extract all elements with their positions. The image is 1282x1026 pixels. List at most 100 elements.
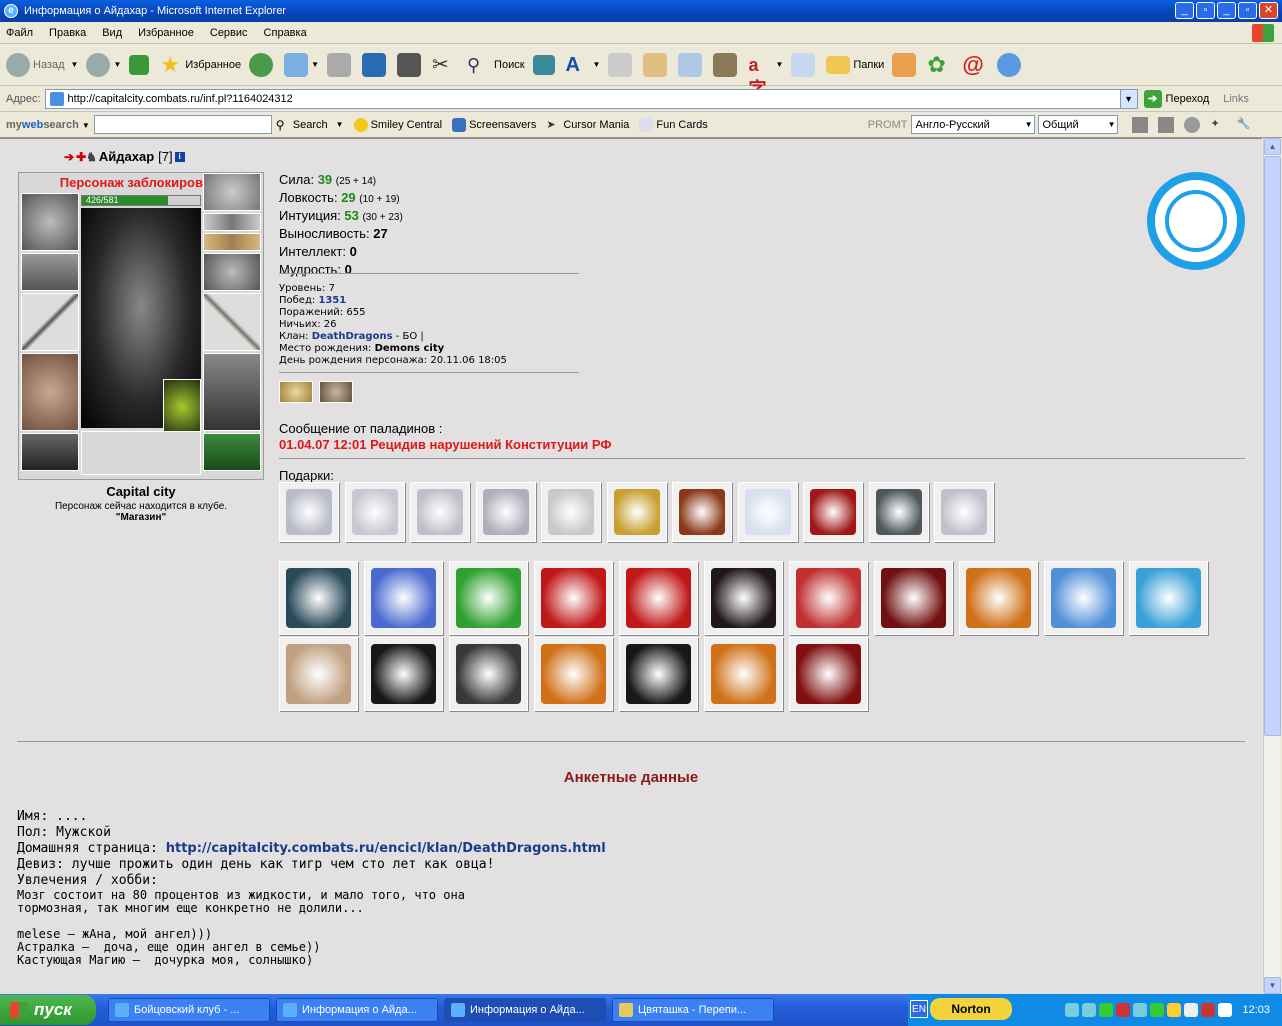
gift-item-1-3[interactable] bbox=[475, 482, 536, 542]
gift-item-1-4[interactable] bbox=[541, 482, 601, 542]
icq-button[interactable]: ✿ bbox=[927, 52, 954, 77]
tray-icon-4[interactable] bbox=[1116, 1003, 1131, 1017]
rings-slot[interactable] bbox=[203, 233, 261, 251]
contacts-button[interactable] bbox=[997, 52, 1024, 77]
gift-item-2-0[interactable] bbox=[279, 561, 358, 635]
taskbar-item-3[interactable]: Информация о Айда... bbox=[444, 998, 606, 1022]
gift-item-3-3[interactable] bbox=[534, 637, 613, 711]
clan-link[interactable]: DeathDragons bbox=[312, 331, 393, 342]
restore-button[interactable]: ▫ bbox=[1238, 2, 1257, 19]
edit-button[interactable] bbox=[397, 52, 424, 77]
translation-direction-select[interactable]: Англо-Русский ▼ bbox=[911, 115, 1036, 134]
screensavers-link[interactable]: Screensavers bbox=[452, 117, 536, 132]
gift-item-2-2[interactable] bbox=[449, 561, 528, 635]
armor-slot[interactable] bbox=[21, 353, 79, 431]
gift-item-3-6[interactable] bbox=[789, 637, 868, 711]
boots-slot[interactable] bbox=[203, 433, 261, 471]
cursor-mania-link[interactable]: ➤ Cursor Mania bbox=[546, 118, 629, 132]
minimize-button-2[interactable]: _ bbox=[1217, 2, 1236, 19]
scroll-down-button[interactable]: ▼ bbox=[1264, 977, 1281, 994]
minimize-button[interactable]: _ bbox=[1175, 2, 1194, 19]
gift-item-3-4[interactable] bbox=[619, 637, 698, 711]
menu-file[interactable]: Файл bbox=[6, 27, 33, 39]
tray-icon-7[interactable] bbox=[1167, 1003, 1182, 1017]
history-button[interactable] bbox=[249, 52, 276, 77]
info-icon[interactable]: i bbox=[174, 151, 185, 162]
gloves-slot[interactable] bbox=[203, 253, 261, 291]
gift-item-1-5[interactable] bbox=[606, 482, 667, 542]
tray-icon-3[interactable] bbox=[1099, 1003, 1114, 1017]
helmet-slot[interactable] bbox=[21, 193, 79, 251]
amulet-slot[interactable] bbox=[203, 213, 261, 231]
refresh-button[interactable] bbox=[129, 54, 152, 75]
gift-item-1-7[interactable] bbox=[737, 482, 798, 542]
gift-item-1-1[interactable] bbox=[344, 482, 405, 542]
menu-favorites[interactable]: Избранное bbox=[138, 27, 194, 39]
font-button[interactable]: A ▼ bbox=[566, 53, 601, 77]
legs-slot[interactable] bbox=[203, 353, 261, 431]
dictionary-select[interactable]: Общий ▼ bbox=[1038, 115, 1119, 134]
gift-item-1-8[interactable] bbox=[803, 482, 863, 542]
gift-item-2-4[interactable] bbox=[619, 561, 698, 635]
forward-button[interactable]: ▼ bbox=[86, 52, 121, 77]
language-indicator[interactable]: EN bbox=[910, 1000, 928, 1018]
tray-icon-9[interactable] bbox=[1201, 1003, 1216, 1017]
scroll-thumb[interactable] bbox=[1264, 156, 1281, 736]
maximize-button[interactable]: ▫ bbox=[1196, 2, 1215, 19]
gift-item-2-3[interactable] bbox=[534, 561, 613, 635]
menu-tools[interactable]: Сервис bbox=[210, 27, 248, 39]
gift-item-2-1[interactable] bbox=[364, 561, 443, 635]
email-at-button[interactable]: @ bbox=[962, 52, 989, 77]
gift-item-1-10[interactable] bbox=[934, 482, 994, 542]
site-logo-icon[interactable] bbox=[1147, 172, 1245, 270]
start-button[interactable]: пуск bbox=[0, 995, 96, 1025]
taskbar-item-2[interactable]: Информация о Айда... bbox=[276, 998, 438, 1022]
paste-button[interactable] bbox=[643, 52, 670, 77]
form-button[interactable] bbox=[608, 52, 635, 77]
gift-item-1-2[interactable] bbox=[410, 482, 470, 542]
weapon-slot[interactable] bbox=[21, 293, 79, 351]
bracers-slot[interactable] bbox=[21, 253, 79, 291]
vertical-scrollbar[interactable]: ▲ ▼ bbox=[1263, 138, 1281, 994]
web-search-input[interactable] bbox=[93, 115, 272, 134]
tray-icon-5[interactable] bbox=[1133, 1003, 1148, 1017]
find-page-button[interactable] bbox=[678, 52, 705, 77]
wrench-icon[interactable]: 🔧 bbox=[1236, 117, 1252, 133]
fun-cards-link[interactable]: Fun Cards bbox=[639, 117, 708, 132]
search-button[interactable]: ⚲ Поиск bbox=[467, 53, 524, 77]
gift-item-2-5[interactable] bbox=[704, 561, 783, 635]
menu-edit[interactable]: Правка bbox=[49, 27, 86, 39]
gift-item-1-9[interactable] bbox=[868, 482, 929, 542]
tray-icon-2[interactable] bbox=[1082, 1003, 1097, 1017]
close-button[interactable]: ✕ bbox=[1259, 2, 1278, 19]
scroll-up-button[interactable]: ▲ bbox=[1264, 138, 1281, 155]
gift-item-1-0[interactable] bbox=[279, 482, 339, 542]
back-button[interactable]: Назад ▼ bbox=[6, 52, 78, 77]
gift-item-3-2[interactable] bbox=[449, 637, 528, 711]
norton-tray-button[interactable]: Norton bbox=[930, 998, 1012, 1020]
gift-item-3-1[interactable] bbox=[364, 637, 443, 711]
search-go-button[interactable]: ⚲ Search ▼ bbox=[276, 118, 344, 132]
smiley-central-link[interactable]: Smiley Central bbox=[353, 117, 442, 132]
tray-icon-8[interactable] bbox=[1184, 1003, 1199, 1017]
tray-icon-10[interactable] bbox=[1218, 1003, 1233, 1017]
translate-button[interactable]: a字▼ bbox=[748, 53, 783, 99]
fullscreen-button[interactable] bbox=[532, 54, 558, 75]
gift-item-3-0[interactable] bbox=[279, 637, 358, 711]
tray-icon-6[interactable] bbox=[1150, 1003, 1165, 1017]
address-dropdown-button[interactable]: ▼ bbox=[1119, 88, 1138, 109]
messenger-button[interactable] bbox=[362, 52, 389, 77]
address-input[interactable]: http://capitalcity.combats.ru/inf.pl?116… bbox=[44, 88, 1121, 109]
print-button[interactable] bbox=[327, 52, 354, 77]
go-button[interactable]: ➔ Переход bbox=[1143, 89, 1209, 108]
gift-item-2-6[interactable] bbox=[789, 561, 868, 635]
taskbar-item-4[interactable]: Цвяташка - Перепи... bbox=[612, 998, 774, 1022]
belt-slot[interactable] bbox=[21, 433, 79, 471]
translate-page-icon[interactable] bbox=[1132, 116, 1149, 133]
magic-wand-icon[interactable]: ✦ bbox=[1210, 117, 1226, 133]
homepage-link[interactable]: http://capitalcity.combats.ru/encicl/kla… bbox=[166, 841, 606, 856]
effect-icon-1[interactable] bbox=[279, 381, 313, 403]
gift-item-2-9[interactable] bbox=[1044, 561, 1123, 635]
gift-item-3-5[interactable] bbox=[704, 637, 783, 711]
mail-button[interactable]: ▼ bbox=[284, 52, 319, 77]
